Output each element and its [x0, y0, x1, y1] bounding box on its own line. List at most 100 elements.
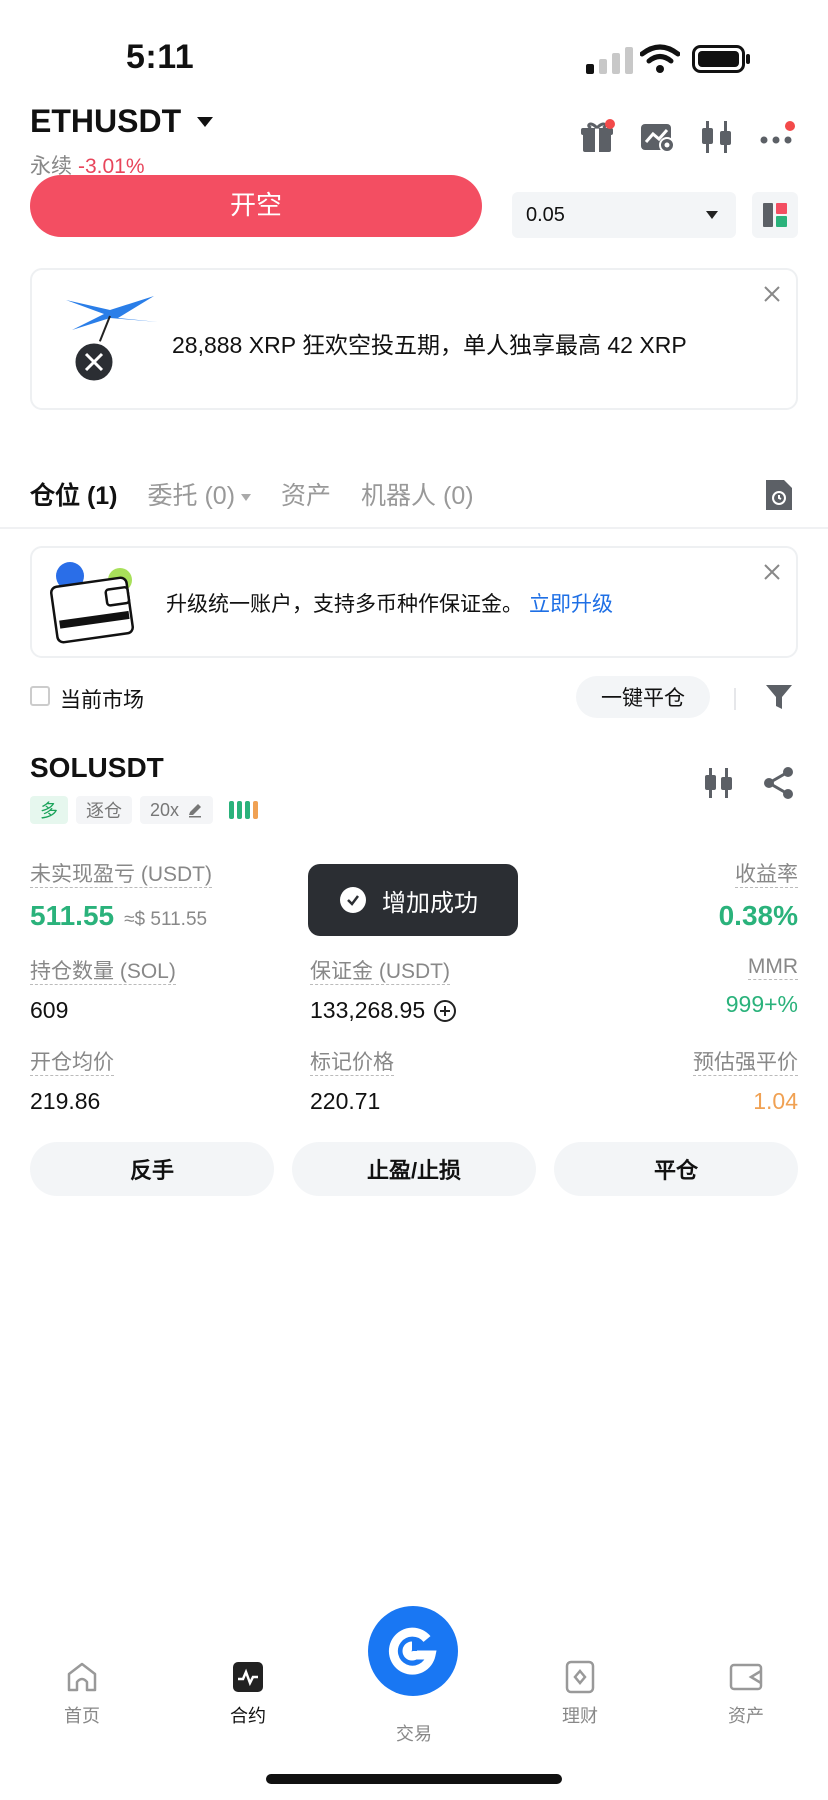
- wallet-illustration-icon: [49, 562, 135, 644]
- reverse-button[interactable]: 反手: [30, 1142, 274, 1196]
- status-time: 5:11: [126, 38, 195, 76]
- pair-name: ETHUSDT: [30, 103, 182, 139]
- wallet-icon: [729, 1663, 763, 1691]
- unrealized-pnl-block: 未实现盈亏 (USDT) 511.55 ≈$ 511.55: [30, 858, 212, 932]
- upgrade-text: 升级统一账户，支持多币种作保证金。: [166, 593, 523, 616]
- close-icon[interactable]: [762, 562, 782, 582]
- add-margin-icon[interactable]: [433, 999, 457, 1023]
- liq-block: 预估强平价 1.04: [693, 1046, 798, 1115]
- tab-positions[interactable]: 仓位 (1): [30, 476, 118, 512]
- close-all-button[interactable]: 一键平仓: [576, 676, 710, 718]
- adl-bar: [237, 801, 243, 819]
- adl-indicator: [229, 801, 259, 819]
- adl-bar: [253, 801, 259, 819]
- nav-trade[interactable]: 交易: [364, 1720, 464, 1746]
- candlestick-icon[interactable]: [702, 766, 736, 800]
- adl-bar: [245, 801, 251, 819]
- airdrop-illustration-icon: [66, 296, 158, 384]
- more-icon[interactable]: [758, 118, 796, 156]
- mark-value: 220.71: [310, 1088, 381, 1114]
- close-icon[interactable]: [762, 284, 782, 304]
- chevron-down-icon: [706, 211, 718, 219]
- divider: [734, 688, 736, 710]
- home-indicator: [266, 1774, 562, 1784]
- roe-value: 0.38%: [718, 900, 798, 931]
- entry-value: 219.86: [30, 1088, 101, 1114]
- trade-fab-button[interactable]: [368, 1606, 458, 1696]
- liq-value: 1.04: [753, 1088, 798, 1114]
- mark-block: 标记价格 220.71: [310, 1046, 394, 1115]
- share-icon[interactable]: [762, 766, 796, 800]
- margin-block: 保证金 (USDT) 133,268.95: [310, 955, 457, 1024]
- liq-label[interactable]: 预估强平价: [693, 1051, 798, 1076]
- upgrade-now-link[interactable]: 立即升级: [529, 593, 613, 616]
- pair-selector[interactable]: ETHUSDT: [30, 103, 214, 140]
- nav-home-label: 首页: [64, 1706, 100, 1726]
- toast-text: 增加成功: [382, 889, 478, 917]
- position-symbol[interactable]: SOLUSDT: [30, 752, 164, 784]
- layout-icon: [763, 203, 787, 227]
- roe-block: 收益率 0.38%: [719, 858, 798, 932]
- check-icon: [340, 887, 366, 913]
- tpsl-button[interactable]: 止盈/止损: [292, 1142, 536, 1196]
- leverage-tag[interactable]: 20x: [140, 796, 214, 824]
- nav-assets[interactable]: 资产: [696, 1660, 796, 1728]
- earn-icon: [565, 1660, 595, 1694]
- success-toast: 增加成功: [308, 864, 518, 936]
- tab-bots[interactable]: 机器人 (0): [361, 476, 474, 512]
- tabs-divider: [0, 527, 828, 529]
- margin-row: 133,268.95: [310, 997, 457, 1024]
- chevron-down-icon: [197, 116, 214, 127]
- layout-toggle-button[interactable]: [752, 192, 798, 238]
- unrealized-pnl-usd: ≈$ 511.55: [124, 909, 208, 930]
- gift-icon[interactable]: [578, 118, 616, 156]
- position-tags: 多 逐仓 20x: [30, 796, 259, 824]
- trade-logo-icon: [388, 1627, 437, 1675]
- position-tabs: 仓位 (1) 委托 (0) 资产 机器人 (0): [30, 476, 474, 512]
- entry-block: 开仓均价 219.86: [30, 1046, 114, 1115]
- size-label[interactable]: 持仓数量 (SOL): [30, 960, 176, 985]
- chart-settings-icon[interactable]: [638, 118, 676, 156]
- tab-assets[interactable]: 资产: [281, 476, 331, 512]
- candlestick-icon[interactable]: [698, 118, 736, 156]
- mark-label[interactable]: 标记价格: [310, 1051, 394, 1076]
- open-short-button[interactable]: 开空: [30, 175, 482, 237]
- tab-orders-label: 委托 (0): [147, 482, 236, 510]
- nav-assets-label: 资产: [728, 1706, 764, 1726]
- nav-earn[interactable]: 理财: [530, 1660, 630, 1728]
- adl-bar: [229, 801, 235, 819]
- history-document-icon[interactable]: [764, 478, 794, 512]
- margin-mode-tag: 逐仓: [76, 796, 132, 824]
- quantity-select[interactable]: 0.05: [512, 192, 736, 238]
- home-icon: [67, 1662, 97, 1692]
- mmr-block: MMR 999+%: [726, 955, 798, 1018]
- current-market-label: 当前市场: [60, 689, 144, 712]
- nav-futures-label: 合约: [230, 1706, 266, 1726]
- nav-home[interactable]: 首页: [32, 1660, 132, 1728]
- futures-icon: [233, 1662, 263, 1692]
- banner-text: 28,888 XRP 狂欢空投五期，单人独享最高 42 XRP: [172, 332, 687, 358]
- entry-label[interactable]: 开仓均价: [30, 1051, 114, 1076]
- tab-orders[interactable]: 委托 (0): [148, 476, 252, 512]
- battery-icon: [692, 45, 750, 73]
- wifi-icon: [640, 44, 680, 73]
- quantity-value: 0.05: [526, 203, 565, 226]
- leverage-value: 20x: [150, 799, 180, 820]
- nav-trade-label: 交易: [396, 1724, 432, 1744]
- filter-icon[interactable]: [764, 682, 794, 712]
- size-block: 持仓数量 (SOL) 609: [30, 955, 176, 1024]
- size-value: 609: [30, 997, 69, 1023]
- unrealized-pnl-label[interactable]: 未实现盈亏 (USDT): [30, 863, 212, 888]
- cellular-signal-icon: [586, 47, 633, 74]
- nav-earn-label: 理财: [562, 1706, 598, 1726]
- margin-label[interactable]: 保证金 (USDT): [310, 960, 450, 985]
- margin-value: 133,268.95: [310, 997, 426, 1023]
- edit-icon: [189, 804, 202, 818]
- mmr-label[interactable]: MMR: [747, 955, 798, 980]
- chevron-down-icon: [241, 493, 252, 501]
- nav-futures[interactable]: 合约: [198, 1660, 298, 1728]
- roe-label[interactable]: 收益率: [735, 863, 798, 888]
- current-market-checkbox[interactable]: [30, 686, 50, 706]
- unrealized-pnl-value: 511.55: [30, 900, 115, 931]
- close-position-button[interactable]: 平仓: [554, 1142, 798, 1196]
